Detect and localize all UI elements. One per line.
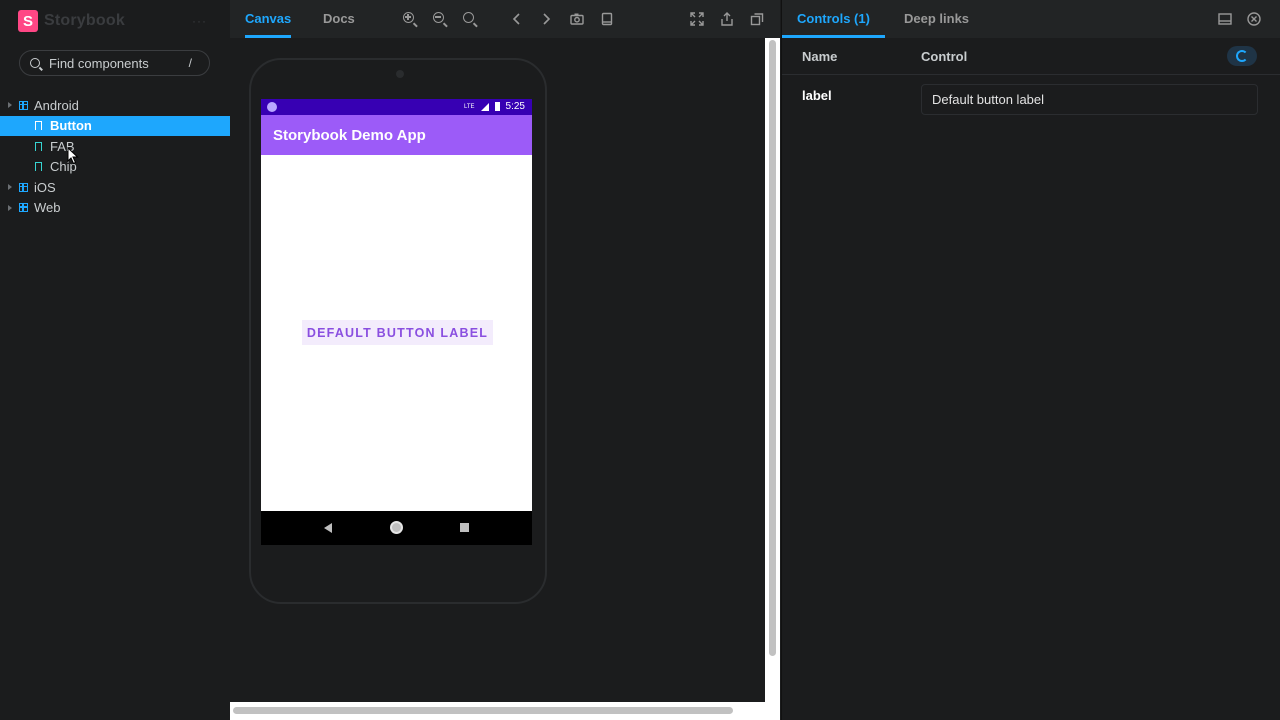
caret-right-icon [8, 102, 12, 109]
component-group-icon [19, 203, 28, 213]
status-time: 5:25 [505, 101, 525, 112]
zoom-reset-icon[interactable] [463, 12, 474, 23]
caret-right-icon [8, 184, 12, 191]
mouse-cursor-icon [67, 147, 79, 165]
horizontal-scrollbar[interactable] [230, 702, 765, 720]
vertical-scrollbar[interactable] [765, 38, 780, 720]
column-control: Control [921, 49, 968, 64]
caret-right-icon [8, 204, 12, 211]
tree-item-chip[interactable]: Chip [0, 157, 230, 178]
addon-panel: Controls (1) Deep links Name Control lab… [781, 0, 1280, 720]
tree-item-label: Web [34, 200, 61, 216]
search-input[interactable] [49, 55, 179, 71]
storybook-logo-icon: S [18, 10, 38, 32]
default-button[interactable]: DEFAULT BUTTON LABEL [302, 320, 493, 345]
copy-icon[interactable] [750, 12, 764, 26]
controls-table-header: Name Control [782, 38, 1280, 75]
tab-docs[interactable]: Docs [323, 0, 355, 38]
storybook-app: S Storybook ··· / Android Button FAB [0, 0, 1280, 720]
android-nav-bar [261, 511, 532, 545]
tab-controls[interactable]: Controls (1) [782, 0, 885, 38]
story-icon [35, 121, 42, 134]
device-speaker [396, 70, 404, 78]
tree-item-fab[interactable]: FAB [0, 136, 230, 157]
story-icon [35, 141, 42, 154]
reset-controls-button[interactable] [1227, 46, 1257, 66]
tree-item-ios[interactable]: iOS [0, 177, 230, 198]
story-icon [35, 162, 42, 175]
tree-item-label: Button [50, 118, 92, 134]
close-icon[interactable] [1247, 12, 1261, 26]
tree-item-label: iOS [34, 179, 56, 195]
tree-item-label: Android [34, 97, 79, 113]
notification-icon [267, 102, 277, 112]
tree-item-button[interactable]: Button [0, 115, 230, 136]
panel-tabs: Controls (1) Deep links [782, 0, 1280, 38]
component-tree: Android Button FAB Chip iOS Web [0, 95, 230, 218]
preview-canvas: LTE 5:25 Storybook Demo App DEFAULT BUTT… [230, 38, 780, 720]
chevron-left-icon[interactable] [510, 12, 524, 26]
brand-name: Storybook [44, 12, 125, 29]
camera-icon[interactable] [570, 12, 584, 26]
column-name: Name [802, 49, 838, 64]
tree-item-android[interactable]: Android [0, 95, 230, 116]
vertical-scroll-thumb[interactable] [769, 40, 776, 656]
sidebar: S Storybook ··· / Android Button FAB [0, 0, 230, 720]
tree-item-web[interactable]: Web [0, 198, 230, 219]
app-bar-title: Storybook Demo App [261, 115, 532, 155]
zoom-in-icon[interactable] [403, 12, 414, 23]
zoom-out-icon[interactable] [433, 12, 444, 23]
battery-icon [494, 102, 500, 111]
control-name-label: label [802, 88, 832, 103]
status-right: LTE 5:25 [464, 101, 525, 112]
home-icon[interactable] [390, 521, 403, 534]
signal-icon [480, 102, 489, 111]
device-screen: LTE 5:25 Storybook Demo App DEFAULT BUTT… [261, 99, 532, 545]
tab-deep-links[interactable]: Deep links [904, 0, 969, 38]
menu-icon[interactable]: ··· [192, 14, 207, 28]
tab-canvas[interactable]: Canvas [245, 0, 292, 38]
canvas-toolbar: Canvas Docs [230, 0, 780, 38]
status-bar: LTE 5:25 [261, 99, 532, 115]
label-control-input[interactable] [921, 84, 1258, 115]
search-shortcut: / [188, 56, 192, 70]
fullscreen-icon[interactable] [690, 12, 704, 26]
component-group-icon [19, 100, 28, 110]
brand[interactable]: S Storybook [18, 10, 125, 32]
recent-apps-icon[interactable] [460, 523, 469, 532]
back-icon[interactable] [324, 523, 332, 533]
share-icon[interactable] [720, 12, 734, 26]
tablet-icon[interactable] [600, 12, 614, 26]
preview-frame: LTE 5:25 Storybook Demo App DEFAULT BUTT… [230, 38, 765, 702]
reset-icon [1236, 50, 1248, 62]
search-box: / [19, 50, 210, 76]
panel-layout-icon[interactable] [1218, 12, 1232, 26]
component-group-icon [19, 182, 28, 192]
search-icon [30, 58, 40, 68]
horizontal-scroll-thumb[interactable] [233, 707, 733, 714]
network-label: LTE [463, 103, 475, 110]
chevron-right-icon[interactable] [539, 12, 553, 26]
